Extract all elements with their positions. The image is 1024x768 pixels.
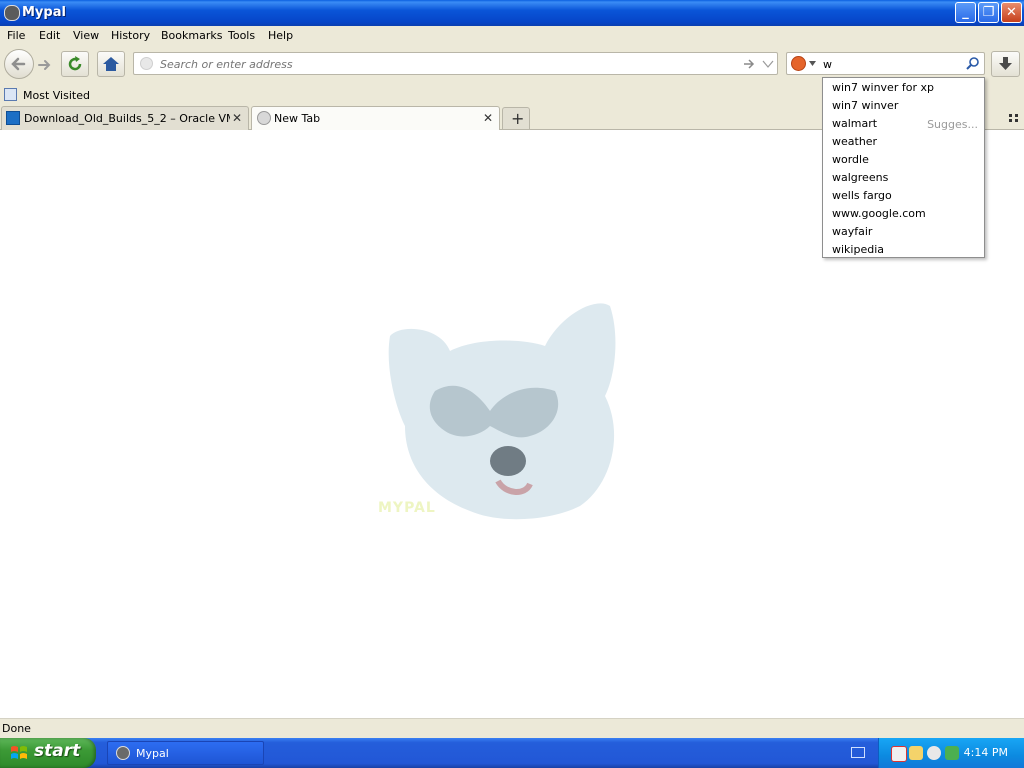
menu-view[interactable]: View <box>73 29 99 42</box>
engine-dropdown-icon[interactable] <box>809 61 816 67</box>
back-arrow-icon <box>11 57 26 71</box>
bookmark-label: Most Visited <box>23 89 90 102</box>
reload-button[interactable] <box>61 51 89 77</box>
menu-history[interactable]: History <box>111 29 150 42</box>
bookmark-most-visited[interactable]: Most Visited <box>3 86 93 104</box>
title-bar: Mypal _ ❐ ✕ <box>0 0 1024 26</box>
search-input[interactable] <box>821 55 965 74</box>
logo-text: MYPAL <box>378 500 436 516</box>
menu-file[interactable]: File <box>7 29 25 42</box>
suggestion-item[interactable]: win7 winver <box>832 99 898 112</box>
suggestion-item[interactable]: walmart <box>832 117 877 130</box>
menu-edit[interactable]: Edit <box>39 29 60 42</box>
search-engine-icon[interactable] <box>791 56 806 71</box>
folder-icon <box>4 88 17 101</box>
app-icon <box>4 5 20 21</box>
restore-button[interactable]: ❐ <box>978 2 999 23</box>
menu-bookmarks[interactable]: Bookmarks <box>161 29 222 42</box>
tray-raccoon-icon[interactable] <box>927 746 941 760</box>
search-suggestions-dropdown: win7 winver for xp win7 winver walmart w… <box>822 77 985 258</box>
reload-icon <box>68 56 82 71</box>
suggestion-item[interactable]: weather <box>832 135 877 148</box>
home-icon <box>103 57 119 71</box>
globe-icon <box>257 111 271 125</box>
tray-app-icon[interactable] <box>891 746 907 762</box>
raccoon-logo-icon <box>388 303 616 520</box>
menu-tools[interactable]: Tools <box>228 29 255 42</box>
download-arrow-icon <box>999 57 1012 70</box>
windows-flag-icon <box>11 746 27 759</box>
tray-shield-icon[interactable] <box>909 746 923 760</box>
raccoon-icon <box>116 746 130 760</box>
tray-network-icon[interactable] <box>945 746 959 760</box>
window-title: Mypal <box>22 5 66 20</box>
address-input[interactable] <box>158 55 742 74</box>
system-tray: 4:14 PM <box>878 738 1024 768</box>
clock: 4:14 PM <box>963 746 1008 759</box>
tab-label: Download_Old_Builds_5_2 – Oracle VM Vi..… <box>24 112 230 125</box>
suggestion-item[interactable]: www.google.com <box>832 207 926 220</box>
start-label: start <box>34 741 81 761</box>
search-icon[interactable] <box>965 56 980 71</box>
suggestion-item[interactable]: wells fargo <box>832 189 892 202</box>
close-tab-icon[interactable]: ✕ <box>232 111 242 125</box>
tab-grid-icon[interactable] <box>1008 112 1020 124</box>
tab-new-tab[interactable]: New Tab ✕ <box>251 106 500 131</box>
taskbar: start Mypal 4:14 PM <box>0 738 1024 768</box>
search-bar[interactable] <box>786 52 985 75</box>
suggestion-item[interactable]: wayfair <box>832 225 872 238</box>
close-tab-icon[interactable]: ✕ <box>483 111 493 125</box>
suggestion-item[interactable]: wikipedia <box>832 243 884 256</box>
menu-help[interactable]: Help <box>268 29 293 42</box>
tab-label: New Tab <box>274 112 321 125</box>
close-button[interactable]: ✕ <box>1001 2 1022 23</box>
forward-arrow-icon <box>38 60 51 70</box>
plus-icon: + <box>511 109 525 128</box>
downloads-button[interactable] <box>991 51 1020 77</box>
identity-icon <box>140 57 153 70</box>
taskbar-item-label: Mypal <box>136 747 169 760</box>
suggestions-source-label: Sugges... <box>927 118 978 131</box>
status-text: Done <box>2 722 31 735</box>
suggestion-item[interactable]: win7 winver for xp <box>832 81 934 94</box>
taskbar-item-mypal[interactable]: Mypal <box>107 741 264 765</box>
forward-button[interactable] <box>36 56 54 74</box>
new-tab-button[interactable]: + <box>502 107 530 129</box>
suggestion-item[interactable]: wordle <box>832 153 869 166</box>
status-bar: Done <box>0 718 1024 738</box>
start-button[interactable]: start <box>0 738 96 768</box>
go-arrow-icon[interactable] <box>742 57 756 71</box>
address-bar[interactable] <box>133 52 778 75</box>
history-dropdown-icon[interactable] <box>762 59 774 69</box>
minimize-button[interactable]: _ <box>955 2 976 23</box>
home-button[interactable] <box>97 51 125 77</box>
keyboard-icon[interactable] <box>851 747 865 758</box>
menu-bar: File Edit View History Bookmarks Tools H… <box>0 26 1024 46</box>
tab-oracle[interactable]: Download_Old_Builds_5_2 – Oracle VM Vi..… <box>1 106 249 130</box>
back-button[interactable] <box>4 49 34 79</box>
site-favicon-icon <box>6 111 20 125</box>
suggestion-item[interactable]: walgreens <box>832 171 888 184</box>
